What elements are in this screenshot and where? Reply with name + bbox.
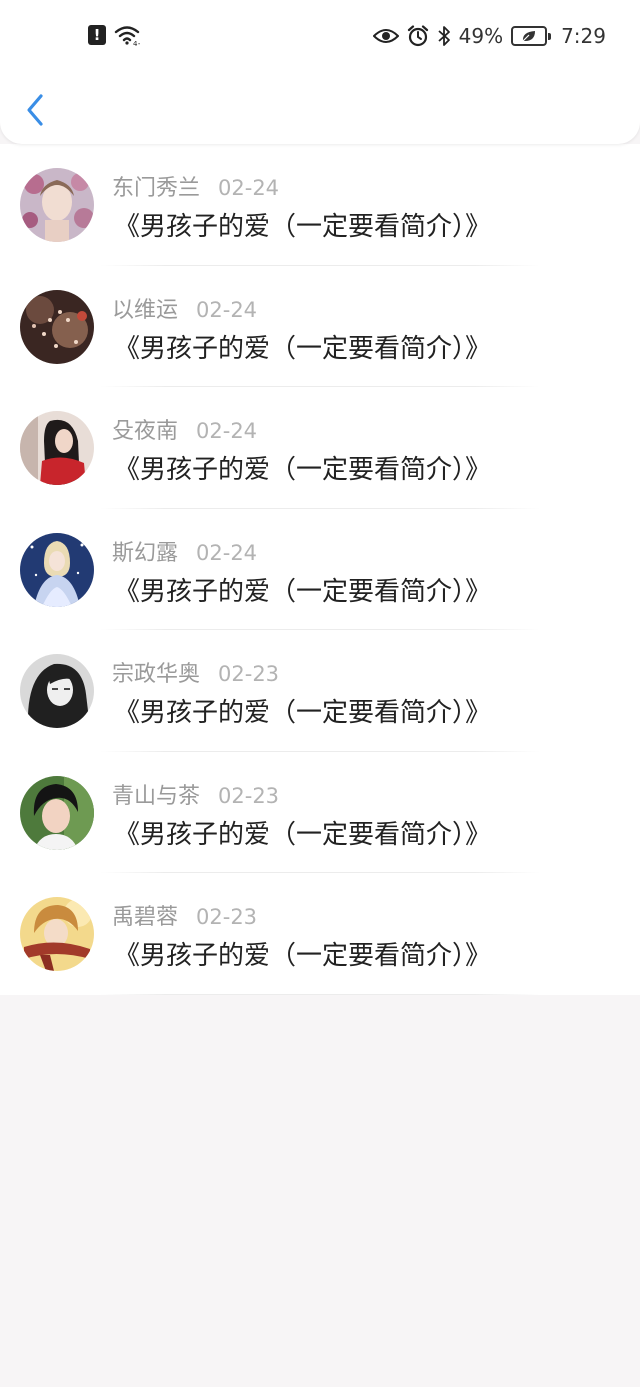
post-date: 02-23	[218, 783, 280, 808]
post-date: 02-23	[196, 905, 258, 929]
post-meta: 禹碧蓉 02-23	[112, 899, 257, 931]
author-name[interactable]: 东门秀兰	[112, 170, 200, 202]
post-meta: 东门秀兰 02-24	[112, 170, 279, 202]
avatar[interactable]	[20, 289, 94, 364]
wifi-icon: 4+	[114, 24, 140, 46]
post-meta: 斯幻露 02-24	[112, 535, 257, 567]
post-date: 02-23	[218, 662, 280, 686]
post-title[interactable]: 《男孩子的爱（一定要看简介）》	[114, 449, 491, 486]
post-date: 02-24	[196, 297, 258, 322]
list-item[interactable]: 宗政华奥 02-23 《男孩子的爱（一定要看简介）》	[0, 630, 640, 752]
post-date: 02-24	[196, 419, 258, 443]
post-title[interactable]: 《男孩子的爱（一定要看简介）》	[114, 206, 491, 243]
post-date: 02-24	[196, 540, 258, 565]
list-item[interactable]: 殳夜南 02-24 《男孩子的爱（一定要看简介）》	[0, 387, 640, 509]
post-meta: 宗政华奥 02-23	[112, 656, 279, 688]
avatar[interactable]	[20, 168, 94, 242]
list-item[interactable]: 青山与茶 02-23 《男孩子的爱（一定要看简介）》	[0, 752, 640, 873]
author-name[interactable]: 斯幻露	[112, 535, 178, 567]
post-title[interactable]: 《男孩子的爱（一定要看简介）》	[114, 814, 491, 851]
author-name[interactable]: 以维运	[112, 292, 178, 324]
post-title[interactable]: 《男孩子的爱（一定要看简介）》	[114, 935, 491, 972]
post-date: 02-24	[218, 176, 280, 200]
battery-percentage: 49%	[458, 24, 504, 48]
notification-alert-icon: !	[88, 25, 106, 45]
status-bar-right: 49% 7:29	[372, 24, 606, 48]
chevron-left-icon	[27, 94, 43, 126]
status-bar-left: ! 4+	[88, 24, 140, 46]
post-meta: 青山与茶 02-23	[112, 778, 279, 810]
avatar[interactable]	[20, 532, 94, 607]
avatar[interactable]	[20, 775, 94, 850]
header: ! 4+	[0, 0, 640, 144]
eye-icon	[372, 27, 399, 45]
bluetooth-icon	[437, 25, 451, 47]
author-name[interactable]: 青山与茶	[112, 778, 200, 810]
author-name[interactable]: 宗政华奥	[112, 656, 200, 688]
post-meta: 殳夜南 02-24	[112, 413, 257, 445]
post-meta: 以维运 02-24	[112, 292, 257, 324]
clock: 7:29	[561, 24, 606, 48]
author-name[interactable]: 禹碧蓉	[112, 899, 178, 931]
divider	[100, 993, 540, 995]
post-title[interactable]: 《男孩子的爱（一定要看简介）》	[114, 328, 491, 365]
list-item[interactable]: 东门秀兰 02-24 《男孩子的爱（一定要看简介）》	[0, 144, 640, 266]
post-title[interactable]: 《男孩子的爱（一定要看简介）》	[114, 571, 491, 608]
battery-icon	[511, 26, 552, 46]
author-name[interactable]: 殳夜南	[112, 413, 178, 445]
avatar[interactable]	[20, 897, 94, 971]
avatar[interactable]	[20, 654, 94, 728]
list-item[interactable]: 禹碧蓉 02-23 《男孩子的爱（一定要看简介）》	[0, 873, 640, 995]
list-item[interactable]: 斯幻露 02-24 《男孩子的爱（一定要看简介）》	[0, 509, 640, 630]
alarm-clock-icon	[407, 25, 429, 47]
back-button[interactable]	[18, 88, 52, 132]
post-title[interactable]: 《男孩子的爱（一定要看简介）》	[114, 692, 491, 729]
status-bar: ! 4+	[0, 22, 640, 54]
post-list: 东门秀兰 02-24 《男孩子的爱（一定要看简介）》 以维运 02-24 《男孩…	[0, 144, 640, 995]
avatar[interactable]	[20, 411, 94, 485]
page: ! 4+	[0, 0, 640, 1387]
svg-text:4+: 4+	[133, 40, 140, 46]
list-item[interactable]: 以维运 02-24 《男孩子的爱（一定要看简介）》	[0, 266, 640, 387]
